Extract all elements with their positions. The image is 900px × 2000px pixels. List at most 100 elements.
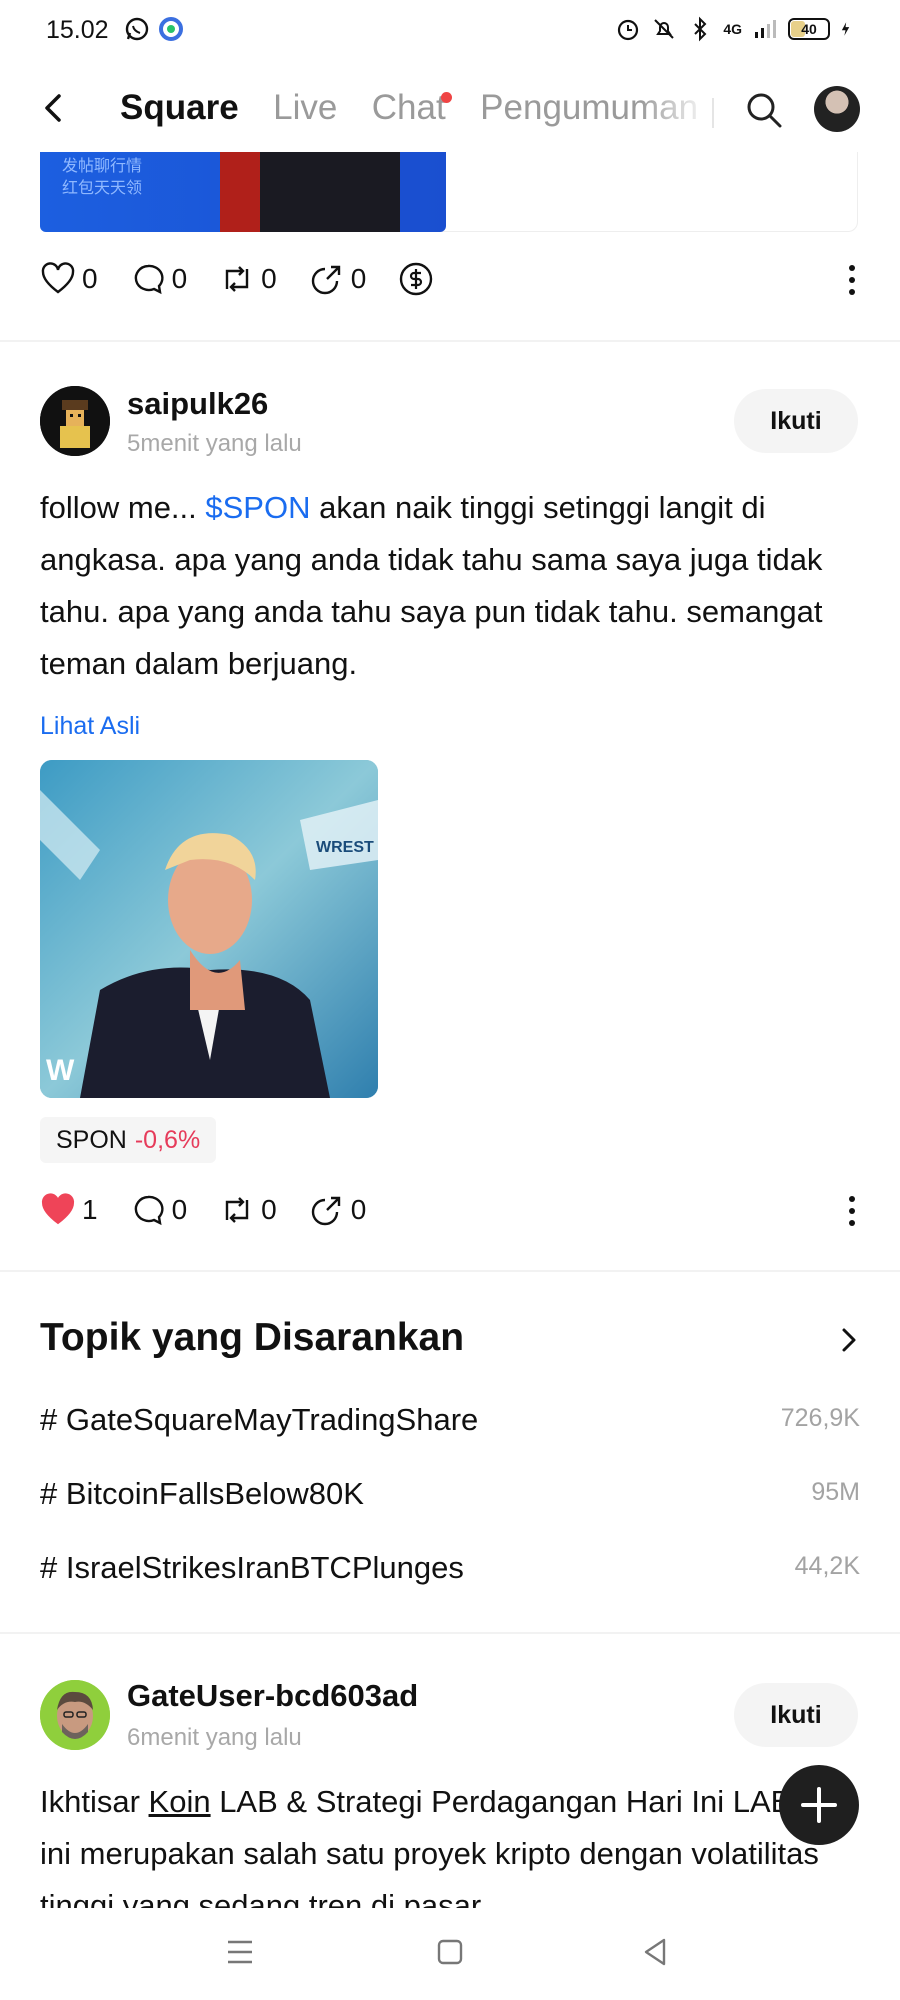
- banner-car-graphic: [220, 152, 420, 232]
- repost-button[interactable]: 0: [219, 261, 277, 297]
- share-count: 0: [350, 1194, 367, 1225]
- banner-text: 发帖聊行情 红包天天领: [62, 156, 142, 200]
- comment-icon: [134, 1195, 164, 1226]
- banner-text-line2: 红包天天领: [62, 180, 143, 197]
- post-timestamp: 6menit yang lalu: [127, 1724, 302, 1751]
- more-options-icon[interactable]: [844, 1191, 860, 1231]
- cashtag-link[interactable]: $SPON: [205, 490, 310, 525]
- back-icon[interactable]: [34, 88, 74, 128]
- see-original-link[interactable]: Lihat Asli: [40, 712, 140, 741]
- tip-button[interactable]: [398, 261, 434, 297]
- heart-icon: [41, 262, 75, 294]
- like-button[interactable]: 1: [40, 1192, 98, 1228]
- dollar-coin-icon: [400, 262, 433, 296]
- repost-count: 0: [261, 263, 277, 294]
- coin-symbol: SPON: [56, 1126, 127, 1154]
- topic-name: # GateSquareMayTradingShare: [40, 1402, 479, 1437]
- post-author-avatar[interactable]: [40, 1680, 110, 1750]
- notification-dot: [440, 92, 452, 103]
- nav-fade: [640, 80, 710, 140]
- mute-icon: [654, 19, 675, 39]
- app-notification-icon: [159, 17, 183, 41]
- post-author-avatar[interactable]: [40, 386, 110, 456]
- comment-button[interactable]: 0: [130, 261, 188, 297]
- heart-filled-icon: [41, 1193, 75, 1225]
- post-photo: WREST W: [40, 760, 378, 1098]
- post-author-name[interactable]: GateUser-bcd603ad: [127, 1678, 418, 1714]
- tab-chat[interactable]: Chat: [371, 88, 452, 128]
- like-count: 1: [82, 1194, 98, 1225]
- battery-indicator: 40: [788, 18, 830, 40]
- divider: [0, 340, 900, 342]
- topic-name: # BitcoinFallsBelow80K: [40, 1476, 364, 1511]
- post-text: follow me...: [40, 490, 206, 525]
- bluetooth-icon: [694, 16, 707, 42]
- like-button[interactable]: 0: [40, 261, 98, 297]
- top-nav: Square Live Chat Pengumuman: [0, 70, 900, 150]
- share-button[interactable]: 0: [309, 1192, 367, 1228]
- share-icon: [311, 1196, 340, 1226]
- topic-item[interactable]: # GateSquareMayTradingShare 726,9K: [40, 1402, 860, 1446]
- search-icon[interactable]: [742, 88, 786, 132]
- network-label: 4G: [723, 21, 742, 37]
- repost-icon: [225, 266, 249, 292]
- status-time: 15.02: [46, 16, 109, 44]
- repost-icon: [225, 1197, 249, 1223]
- create-post-button[interactable]: [779, 1765, 859, 1845]
- share-count: 0: [350, 263, 367, 294]
- topic-count: 44,2K: [794, 1552, 860, 1580]
- coin-link[interactable]: Koin: [149, 1784, 211, 1819]
- wwe-logo-icon: W: [46, 1054, 75, 1087]
- topic-count: 95M: [811, 1478, 860, 1506]
- repost-count: 0: [261, 1194, 277, 1225]
- post-body: Ikhtisar Koin LAB & Strategi Perdagangan…: [40, 1776, 860, 1910]
- previous-post-actions: 0 0 0 0: [40, 256, 860, 302]
- divider: [0, 1632, 900, 1634]
- comment-icon: [134, 264, 164, 295]
- post-image[interactable]: WREST W: [40, 760, 378, 1098]
- status-right-icons: 4G 40: [615, 16, 856, 42]
- system-nav-bar: [0, 1908, 900, 2000]
- plus-icon: [801, 1787, 837, 1823]
- status-bar: 15.02 4G 40: [0, 0, 900, 62]
- nav-divider: [712, 98, 714, 128]
- nav-tabs: Square Live Chat Pengumuman: [120, 88, 700, 136]
- banner-text-line1: 发帖聊行情: [62, 158, 143, 175]
- follow-button[interactable]: Ikuti: [734, 389, 858, 453]
- back-nav-icon[interactable]: [636, 1932, 676, 1972]
- tab-live[interactable]: Live: [273, 88, 337, 128]
- divider: [0, 1270, 900, 1272]
- image-sign-text: WREST: [316, 839, 374, 856]
- whatsapp-icon: [125, 17, 149, 41]
- comment-count: 0: [171, 1194, 188, 1225]
- topic-item[interactable]: # IsraelStrikesIranBTCPlunges 44,2K: [40, 1550, 860, 1594]
- tab-chat-label: Chat: [371, 88, 446, 127]
- chevron-right-icon[interactable]: [834, 1322, 864, 1358]
- tab-square[interactable]: Square: [120, 88, 239, 128]
- promo-banner-image[interactable]: 发帖聊行情 红包天天领: [40, 152, 446, 232]
- status-left-icons: [124, 16, 184, 42]
- comment-count: 0: [171, 263, 188, 294]
- post-actions: 1 0 0 0: [40, 1187, 860, 1233]
- home-icon[interactable]: [430, 1932, 470, 1972]
- suggested-topics-title: Topik yang Disarankan: [40, 1316, 465, 1359]
- recent-apps-icon[interactable]: [220, 1932, 260, 1972]
- charging-icon: [841, 22, 850, 36]
- like-count: 0: [82, 263, 98, 294]
- post-author-name[interactable]: saipulk26: [127, 386, 268, 422]
- topic-item[interactable]: # BitcoinFallsBelow80K 95M: [40, 1476, 860, 1520]
- coin-tag[interactable]: SPON -0,6%: [40, 1117, 217, 1163]
- coin-change: -0,6%: [134, 1126, 201, 1154]
- alarm-icon: [618, 19, 639, 41]
- post-timestamp: 5menit yang lalu: [127, 430, 302, 457]
- repost-button[interactable]: 0: [219, 1192, 277, 1228]
- comment-button[interactable]: 0: [130, 1192, 188, 1228]
- share-icon: [311, 265, 340, 295]
- follow-button[interactable]: Ikuti: [734, 1683, 858, 1747]
- share-button[interactable]: 0: [309, 261, 367, 297]
- user-avatar[interactable]: [814, 86, 860, 132]
- topic-count: 726,9K: [780, 1404, 860, 1432]
- more-options-icon[interactable]: [844, 260, 860, 300]
- pixel-avatar-icon: [40, 386, 110, 456]
- topic-name: # IsraelStrikesIranBTCPlunges: [40, 1550, 464, 1585]
